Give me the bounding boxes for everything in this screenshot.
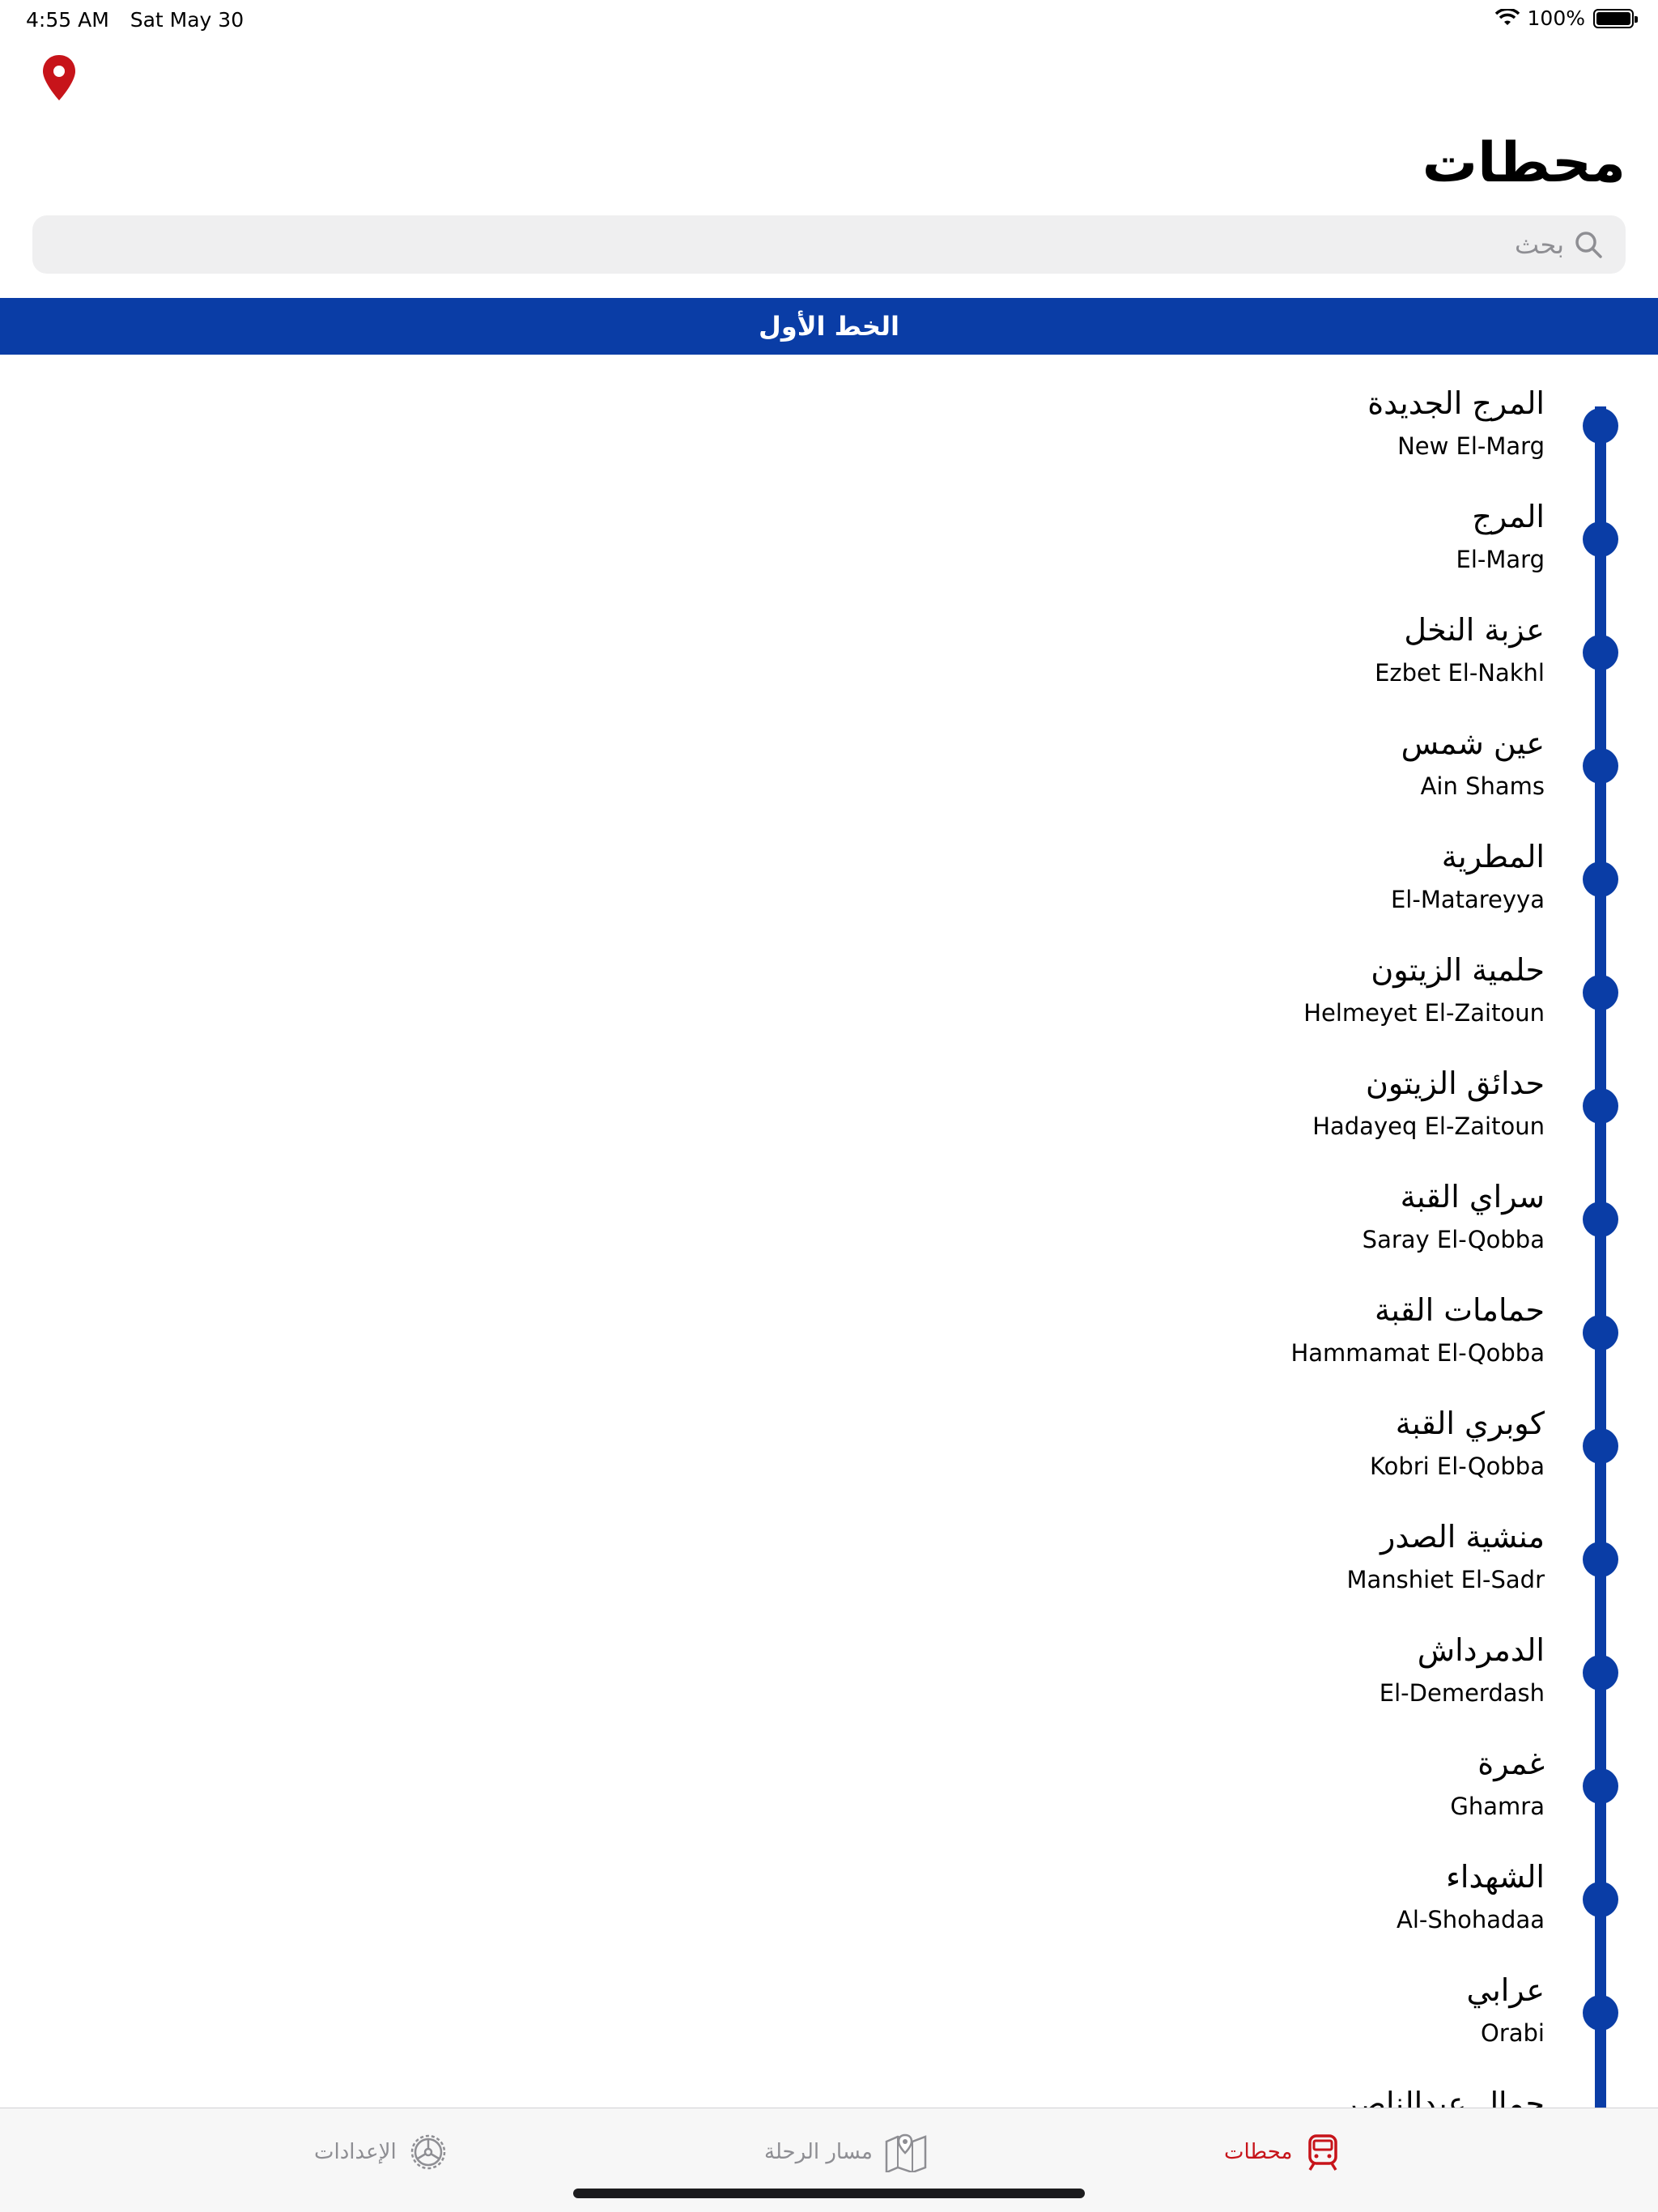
station-row[interactable]: حدائق الزيتون Hadayeq El-Zaitoun [168, 1049, 1545, 1163]
station-name-arabic: حدائق الزيتون [1365, 1066, 1545, 1101]
train-icon [1308, 2134, 1338, 2171]
wifi-icon [1494, 8, 1520, 25]
station-row[interactable]: كوبري القبة Kobri El-Qobba [168, 1389, 1545, 1503]
station-row[interactable]: جمال عبدالناصر [168, 2069, 1545, 2108]
station-dot [1583, 748, 1618, 784]
tab-stations-label: محطات [1224, 2140, 1293, 2164]
station-name-english: El-Matareyya [1390, 886, 1545, 913]
station-name-arabic: المطرية [1441, 839, 1545, 874]
station-name-english: Kobri El-Qobba [1370, 1453, 1545, 1480]
station-name-arabic: الشهداء [1446, 1859, 1545, 1895]
station-dot [1583, 1768, 1618, 1804]
settings-wheel-icon [410, 2134, 445, 2170]
station-name-english: El-Marg [1456, 546, 1545, 573]
station-row[interactable]: المطرية El-Matareyya [168, 823, 1545, 936]
station-name-english: Saray El-Qobba [1362, 1226, 1545, 1253]
line-header[interactable]: الخط الأول [0, 298, 1658, 355]
station-row[interactable]: عين شمس Ain Shams [168, 709, 1545, 823]
station-dot [1583, 635, 1618, 670]
tab-stations[interactable]: محطات [1224, 2128, 1342, 2176]
station-name-arabic: سراي القبة [1400, 1179, 1545, 1214]
station-name-english: New El-Marg [1397, 432, 1545, 460]
station-list[interactable]: المرج الجديدة New El-Marg المرج El-Marg عزبة… [0, 355, 1658, 2108]
status-indicators: 100% [1494, 6, 1638, 30]
station-name-arabic: المرج الجديدة [1367, 385, 1545, 421]
station-name-arabic: كوبري القبة [1395, 1406, 1545, 1441]
station-row[interactable]: الدمرداش El-Demerdash [168, 1616, 1545, 1729]
search-icon [1575, 232, 1602, 258]
status-time-date: 4:55 AM Sat May 30 [26, 8, 258, 32]
status-date: Sat May 30 [130, 8, 244, 32]
status-time: 4:55 AM [26, 8, 109, 32]
station-row[interactable]: عزبة النخل Ezbet El-Nakhl [168, 596, 1545, 709]
station-name-english: Ghamra [1450, 1793, 1545, 1820]
station-name-arabic: الدمرداش [1417, 1632, 1545, 1668]
station-dot [1583, 1995, 1618, 2031]
station-name-arabic: عرابي [1466, 1972, 1545, 2008]
location-pin-icon[interactable] [40, 53, 78, 102]
home-indicator [573, 2189, 1085, 2198]
search-bar[interactable] [32, 215, 1626, 274]
station-dot [1583, 1202, 1618, 1237]
station-name-arabic: عين شمس [1401, 725, 1545, 761]
station-name-english: El-Demerdash [1379, 1679, 1545, 1707]
station-name-english: Hammamat El-Qobba [1290, 1339, 1545, 1367]
station-row[interactable]: عرابي Orabi [168, 1956, 1545, 2069]
battery-icon [1593, 8, 1638, 28]
station-dot [1583, 1428, 1618, 1464]
station-name-arabic: جمال عبدالناصر [1342, 2086, 1545, 2108]
station-name-english: Al-Shohadaa [1397, 1906, 1545, 1933]
station-dot [1583, 521, 1618, 557]
station-name-english: Ain Shams [1420, 772, 1545, 800]
station-name-english: Hadayeq El-Zaitoun [1312, 1112, 1545, 1140]
status-bar: 4:55 AM Sat May 30 100% [0, 0, 1658, 39]
tab-trip-route-label: مسار الرحلة [764, 2140, 873, 2164]
station-row[interactable]: الشهداء Al-Shohadaa [168, 1843, 1545, 1956]
station-name-arabic: منشية الصدر [1380, 1519, 1545, 1555]
station-name-english: Ezbet El-Nakhl [1375, 659, 1545, 687]
station-name-arabic: حمامات القبة [1374, 1292, 1545, 1328]
station-row[interactable]: منشية الصدر Manshiet El-Sadr [168, 1503, 1545, 1616]
map-route-icon [885, 2133, 927, 2172]
station-row[interactable]: المرج الجديدة New El-Marg [168, 369, 1545, 483]
station-name-arabic: المرج [1472, 499, 1545, 534]
station-dot [1583, 1315, 1618, 1351]
station-row[interactable]: حلمية الزيتون Helmeyet El-Zaitoun [168, 936, 1545, 1049]
station-name-arabic: غمرة [1477, 1746, 1545, 1781]
station-dot [1583, 1655, 1618, 1691]
station-name-english: Manshiet El-Sadr [1346, 1566, 1545, 1593]
station-name-english: Orabi [1481, 2019, 1545, 2047]
tab-settings[interactable]: الإعدادات [314, 2128, 449, 2176]
station-name-arabic: عزبة النخل [1404, 612, 1545, 648]
station-row[interactable]: غمرة Ghamra [168, 1729, 1545, 1843]
station-row[interactable]: حمامات القبة Hammamat El-Qobba [168, 1276, 1545, 1389]
battery-percent: 100% [1527, 6, 1585, 30]
search-input[interactable] [107, 229, 1564, 260]
station-name-english: Helmeyet El-Zaitoun [1303, 999, 1545, 1027]
station-row[interactable]: سراي القبة Saray El-Qobba [168, 1163, 1545, 1276]
station-name-arabic: حلمية الزيتون [1371, 952, 1545, 988]
station-row[interactable]: المرج El-Marg [168, 483, 1545, 596]
page-title: محطات [1422, 131, 1626, 195]
station-dot [1583, 1882, 1618, 1917]
tab-trip-route[interactable]: مسار الرحلة [764, 2128, 928, 2176]
station-dot [1583, 1088, 1618, 1124]
tab-settings-label: الإعدادات [314, 2140, 397, 2164]
station-dot [1583, 1542, 1618, 1577]
station-dot [1583, 408, 1618, 444]
station-dot [1583, 975, 1618, 1010]
station-dot [1583, 861, 1618, 897]
stations-screen: 4:55 AM Sat May 30 100% محطات الخ [0, 0, 1658, 2212]
